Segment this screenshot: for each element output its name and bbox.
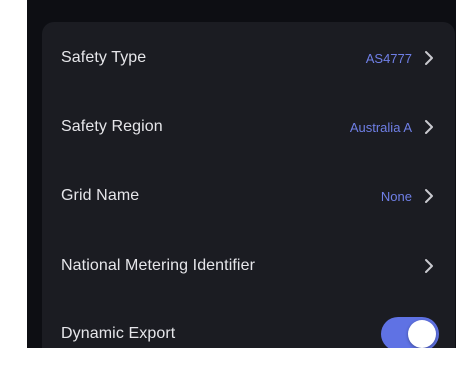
dynamic-export-toggle[interactable] [381,317,439,348]
dynamic-export-row: Dynamic Export [42,300,455,348]
settings-card: Safety Type AS4777 Safety Region Austral… [42,22,455,348]
nmi-label: National Metering Identifier [61,257,256,274]
grid-name-label: Grid Name [61,187,140,204]
grid-name-row[interactable]: Grid Name None [42,162,455,230]
grid-name-value: None [380,188,412,204]
dynamic-export-label: Dynamic Export [61,325,176,342]
chevron-right-icon [425,259,433,273]
nmi-row[interactable]: National Metering Identifier [42,232,455,300]
safety-region-label: Safety Region [61,118,163,135]
safety-type-value: AS4777 [365,50,412,66]
toggle-knob [408,320,436,348]
chevron-right-icon [425,189,433,203]
safety-type-row[interactable]: Safety Type AS4777 [42,24,455,92]
chevron-right-icon [425,51,433,65]
safety-type-label: Safety Type [61,49,147,66]
chevron-right-icon [425,120,433,134]
safety-region-value: Australia A [349,119,412,135]
safety-region-row[interactable]: Safety Region Australia A [42,93,455,161]
page: Safety Type AS4777 Safety Region Austral… [0,0,456,372]
